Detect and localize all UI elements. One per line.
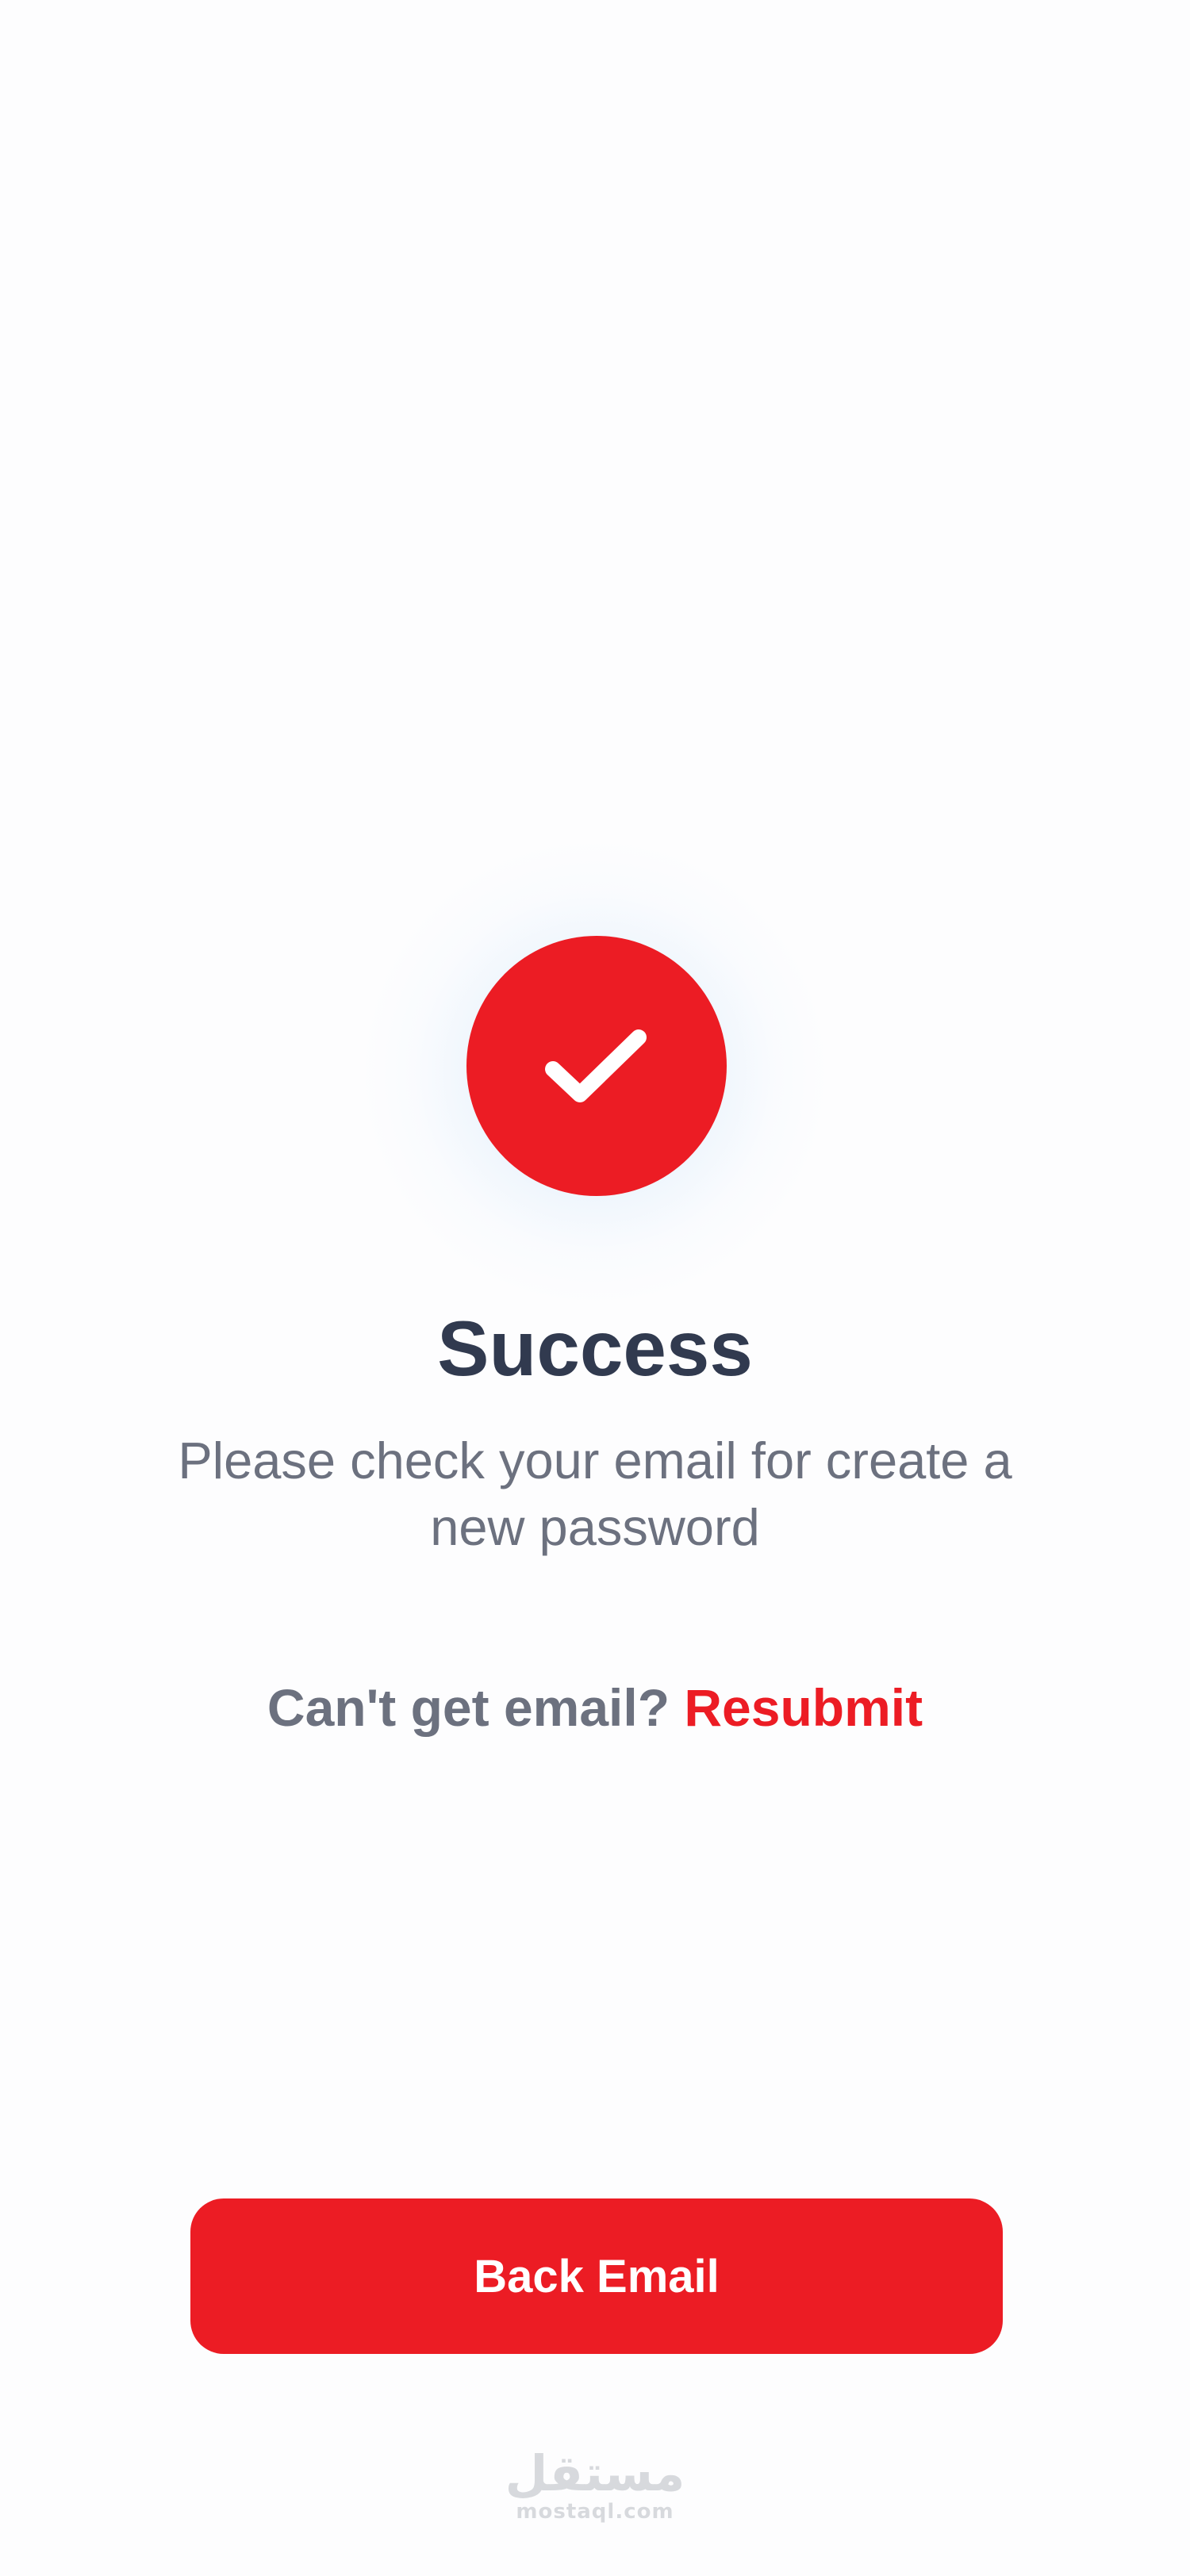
success-screen: Success Please check your email for crea… (0, 0, 1190, 2576)
resubmit-row: Can't get email? Resubmit (0, 1672, 1190, 1743)
success-badge (466, 936, 727, 1196)
success-title: Success (437, 1305, 753, 1392)
checkmark-icon (545, 1029, 647, 1102)
resubmit-link[interactable]: Resubmit (684, 1678, 923, 1737)
mostaql-watermark: مستقل mostaql.com (492, 2448, 698, 2524)
watermark-domain: mostaql.com (516, 2500, 674, 2524)
back-email-button[interactable]: Back Email (190, 2198, 1003, 2354)
success-message: Please check your email for create a new… (178, 1432, 1012, 1556)
resubmit-prompt: Can't get email? (267, 1678, 670, 1737)
watermark-logo: مستقل (505, 2444, 685, 2502)
